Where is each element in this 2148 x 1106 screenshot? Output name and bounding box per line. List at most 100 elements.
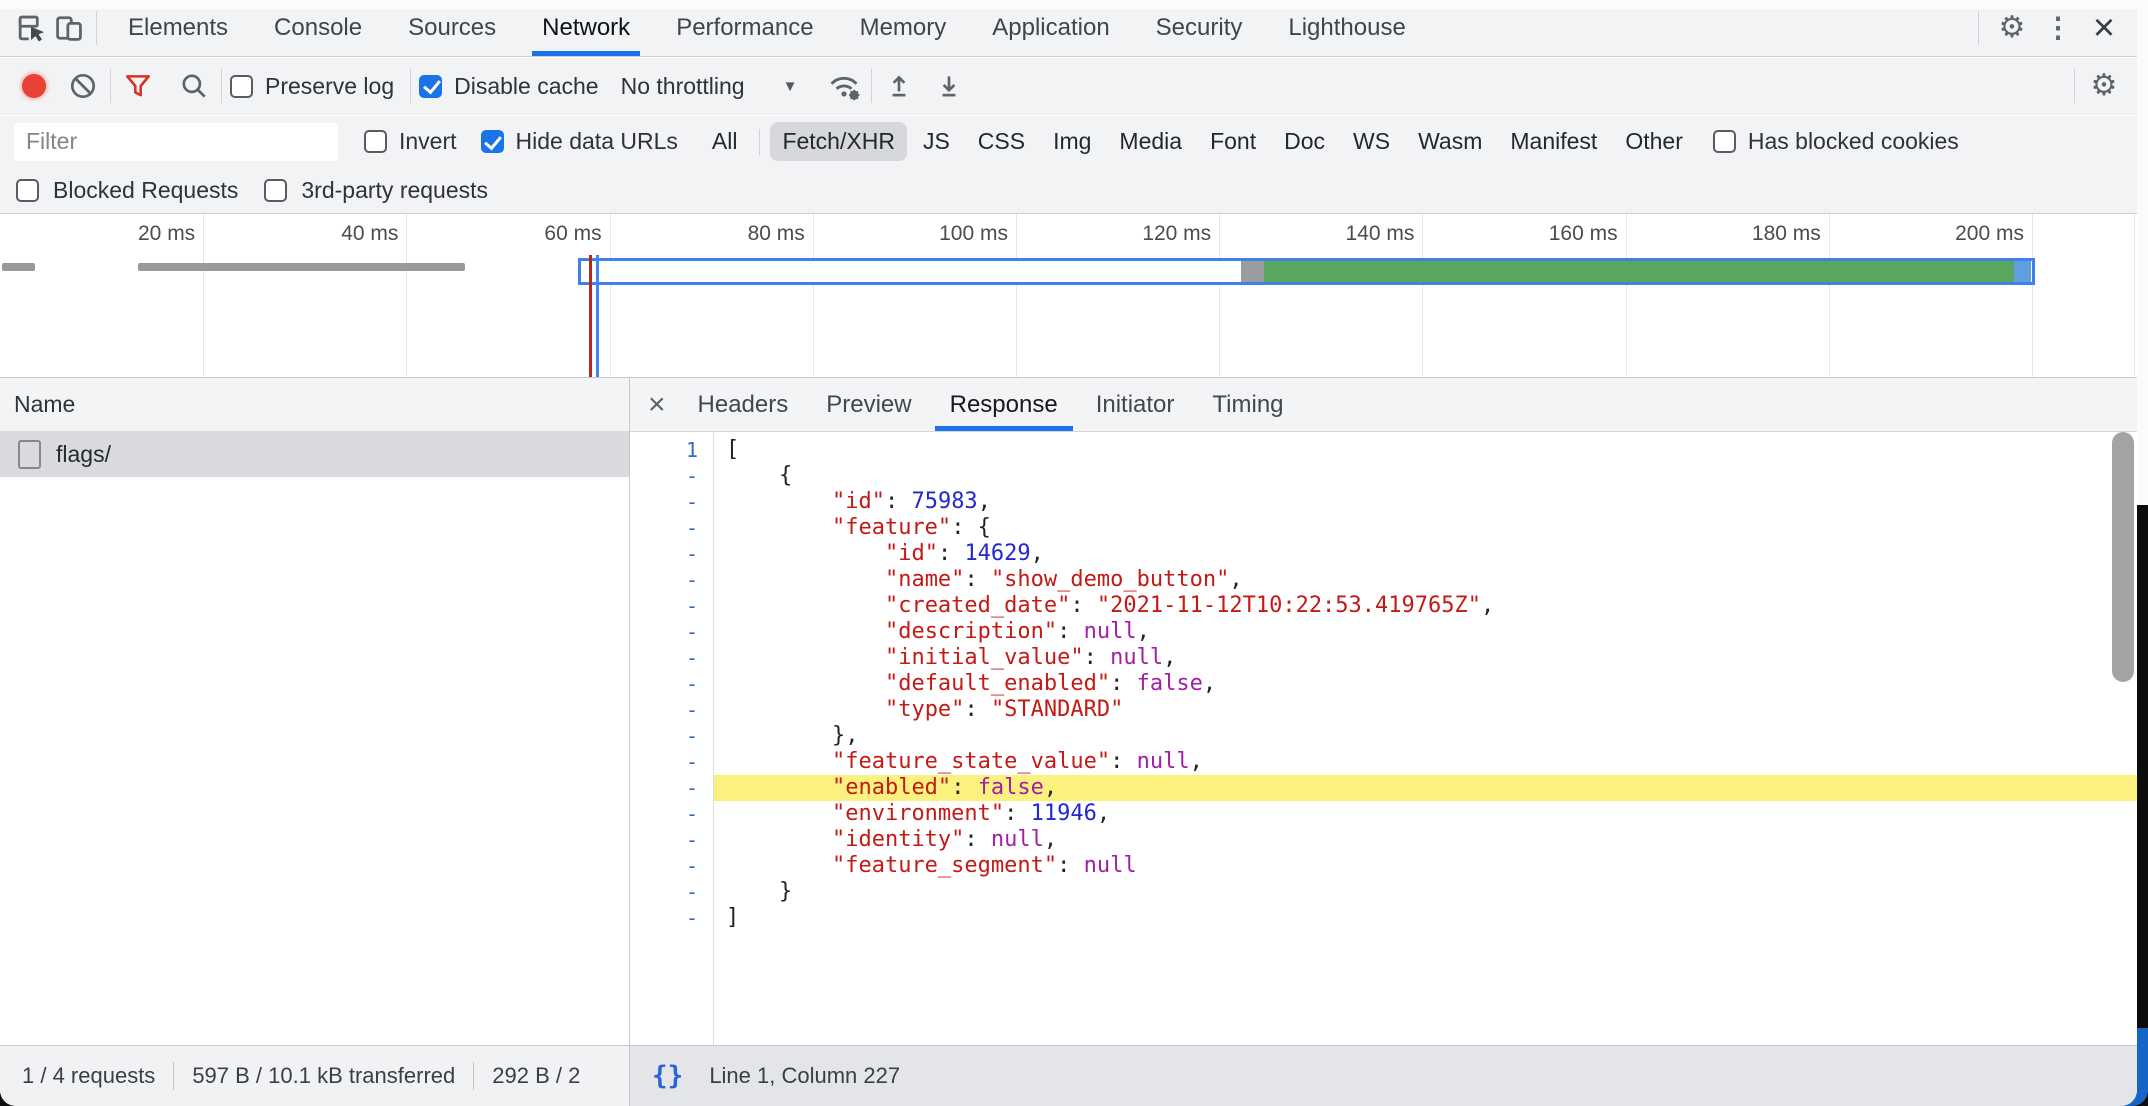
network-settings-gear-icon[interactable]: ⚙ [2083,66,2125,106]
preserve-log-checkbox[interactable] [230,75,253,98]
tab-elements[interactable]: Elements [105,0,251,56]
detail-tab-response[interactable]: Response [950,378,1058,431]
type-filter-ws[interactable]: WS [1341,122,1402,161]
code-line: "feature_segment": null [726,853,2137,879]
timeline-gridline [1626,214,1627,377]
timeline-gridline [1016,214,1017,377]
detail-tab-initiator[interactable]: Initiator [1096,378,1175,431]
gutter-line-marker: - [630,775,698,801]
tab-bar-controls: ⚙ ⋮ × [1970,8,2137,48]
throttling-value: No throttling [621,73,745,100]
timeline-gridline [2134,214,2135,377]
invert-label[interactable]: Invert [399,128,457,155]
invert-checkbox[interactable] [364,130,387,153]
code-line: "description": null, [726,619,2137,645]
network-overview-timeline[interactable]: 20 ms40 ms60 ms80 ms100 ms120 ms140 ms16… [0,214,2137,378]
settings-gear-icon[interactable]: ⚙ [1991,8,2033,48]
blocked-requests-label[interactable]: Blocked Requests [53,177,238,204]
tab-performance[interactable]: Performance [653,0,836,56]
divider [96,11,97,45]
has-blocked-cookies-label[interactable]: Has blocked cookies [1748,128,1959,155]
type-filter-manifest[interactable]: Manifest [1498,122,1609,161]
detail-tab-headers[interactable]: Headers [698,378,789,431]
detail-tab-timing[interactable]: Timing [1212,378,1283,431]
export-har-icon[interactable] [930,67,968,105]
hide-data-urls-checkbox[interactable] [481,130,504,153]
preserve-log-label[interactable]: Preserve log [265,73,394,100]
request-rows: flags/ [0,432,629,477]
code-line: "enabled": false, [726,775,2137,801]
blocked-requests-checkbox[interactable] [16,179,39,202]
timeline-tick-label: 140 ms [1346,222,1415,246]
event-line-load [596,255,599,377]
tab-application[interactable]: Application [969,0,1132,56]
divider [221,69,222,103]
tab-sources[interactable]: Sources [385,0,519,56]
devtools-window: ElementsConsoleSourcesNetworkPerformance… [0,0,2137,1106]
throttling-select[interactable]: No throttling ▼ [621,73,798,100]
tab-lighthouse[interactable]: Lighthouse [1265,0,1428,56]
has-blocked-cookies-checkbox[interactable] [1713,130,1736,153]
type-filter-doc[interactable]: Doc [1272,122,1337,161]
editor-status-bar: {} Line 1, Column 227 [630,1045,2137,1106]
inspect-element-icon[interactable] [12,9,50,47]
timeline-gridline [2032,214,2033,377]
gutter-line-marker: - [630,853,698,879]
more-options-icon[interactable]: ⋮ [2037,8,2079,48]
filter-input[interactable] [14,123,338,161]
overview-request-bar [2,263,35,271]
type-filter-media[interactable]: Media [1107,122,1194,161]
filter-funnel-icon[interactable] [119,67,157,105]
clear-network-log-icon[interactable] [64,67,102,105]
name-column-header[interactable]: Name [0,378,629,432]
network-toolbar: Preserve log Disable cache No throttling… [0,58,2137,115]
divider [871,69,872,103]
import-har-icon[interactable] [880,67,918,105]
divider [410,69,411,103]
type-filter-wasm[interactable]: Wasm [1406,122,1494,161]
network-summary-bar: 1 / 4 requests597 B / 10.1 kB transferre… [0,1045,630,1106]
code-line: "identity": null, [726,827,2137,853]
overview-selected-request [578,258,2035,285]
type-filter-img[interactable]: Img [1041,122,1103,161]
gutter-line-marker: - [630,723,698,749]
type-filter-fetch-xhr[interactable]: Fetch/XHR [770,122,906,161]
close-devtools-icon[interactable]: × [2083,8,2125,48]
timeline-tick-label: 40 ms [341,222,398,246]
record-network-log-icon[interactable] [22,74,46,98]
timeline-gridline [1219,214,1220,377]
request-details-panel: × HeadersPreviewResponseInitiatorTiming … [630,378,2137,1045]
code-line: "initial_value": null, [726,645,2137,671]
close-details-icon[interactable]: × [648,390,666,420]
editor-scrollbar[interactable] [2112,432,2134,682]
third-party-requests-label[interactable]: 3rd-party requests [301,177,488,204]
type-filter-other[interactable]: Other [1613,122,1695,161]
request-row-flags[interactable]: flags/ [0,432,629,477]
detail-tab-preview[interactable]: Preview [826,378,911,431]
tab-memory[interactable]: Memory [837,0,970,56]
timeline-tick-label: 160 ms [1549,222,1618,246]
disable-cache-label[interactable]: Disable cache [454,73,598,100]
tab-network[interactable]: Network [519,0,653,56]
gutter-line-marker: - [630,749,698,775]
hide-data-urls-label[interactable]: Hide data URLs [516,128,678,155]
type-filter-font[interactable]: Font [1198,122,1268,161]
tab-console[interactable]: Console [251,0,385,56]
network-conditions-icon[interactable] [825,67,863,105]
type-filter-css[interactable]: CSS [966,122,1037,161]
code-line: [ [726,437,2137,463]
pretty-print-icon[interactable]: {} [652,1061,683,1091]
third-party-requests-checkbox[interactable] [264,179,287,202]
code-line: "name": "show_demo_button", [726,567,2137,593]
gutter-line-marker: - [630,593,698,619]
disable-cache-checkbox[interactable] [419,75,442,98]
divider [173,1062,174,1090]
device-toolbar-icon[interactable] [50,9,88,47]
timeline-tick-label: 80 ms [748,222,805,246]
type-filter-all[interactable]: All [700,122,750,161]
tab-security[interactable]: Security [1133,0,1266,56]
code-line: "id": 75983, [726,489,2137,515]
search-icon[interactable] [175,67,213,105]
details-tabs: Headers Preview Response Initiator Timing [698,378,1284,431]
type-filter-js[interactable]: JS [911,122,962,161]
